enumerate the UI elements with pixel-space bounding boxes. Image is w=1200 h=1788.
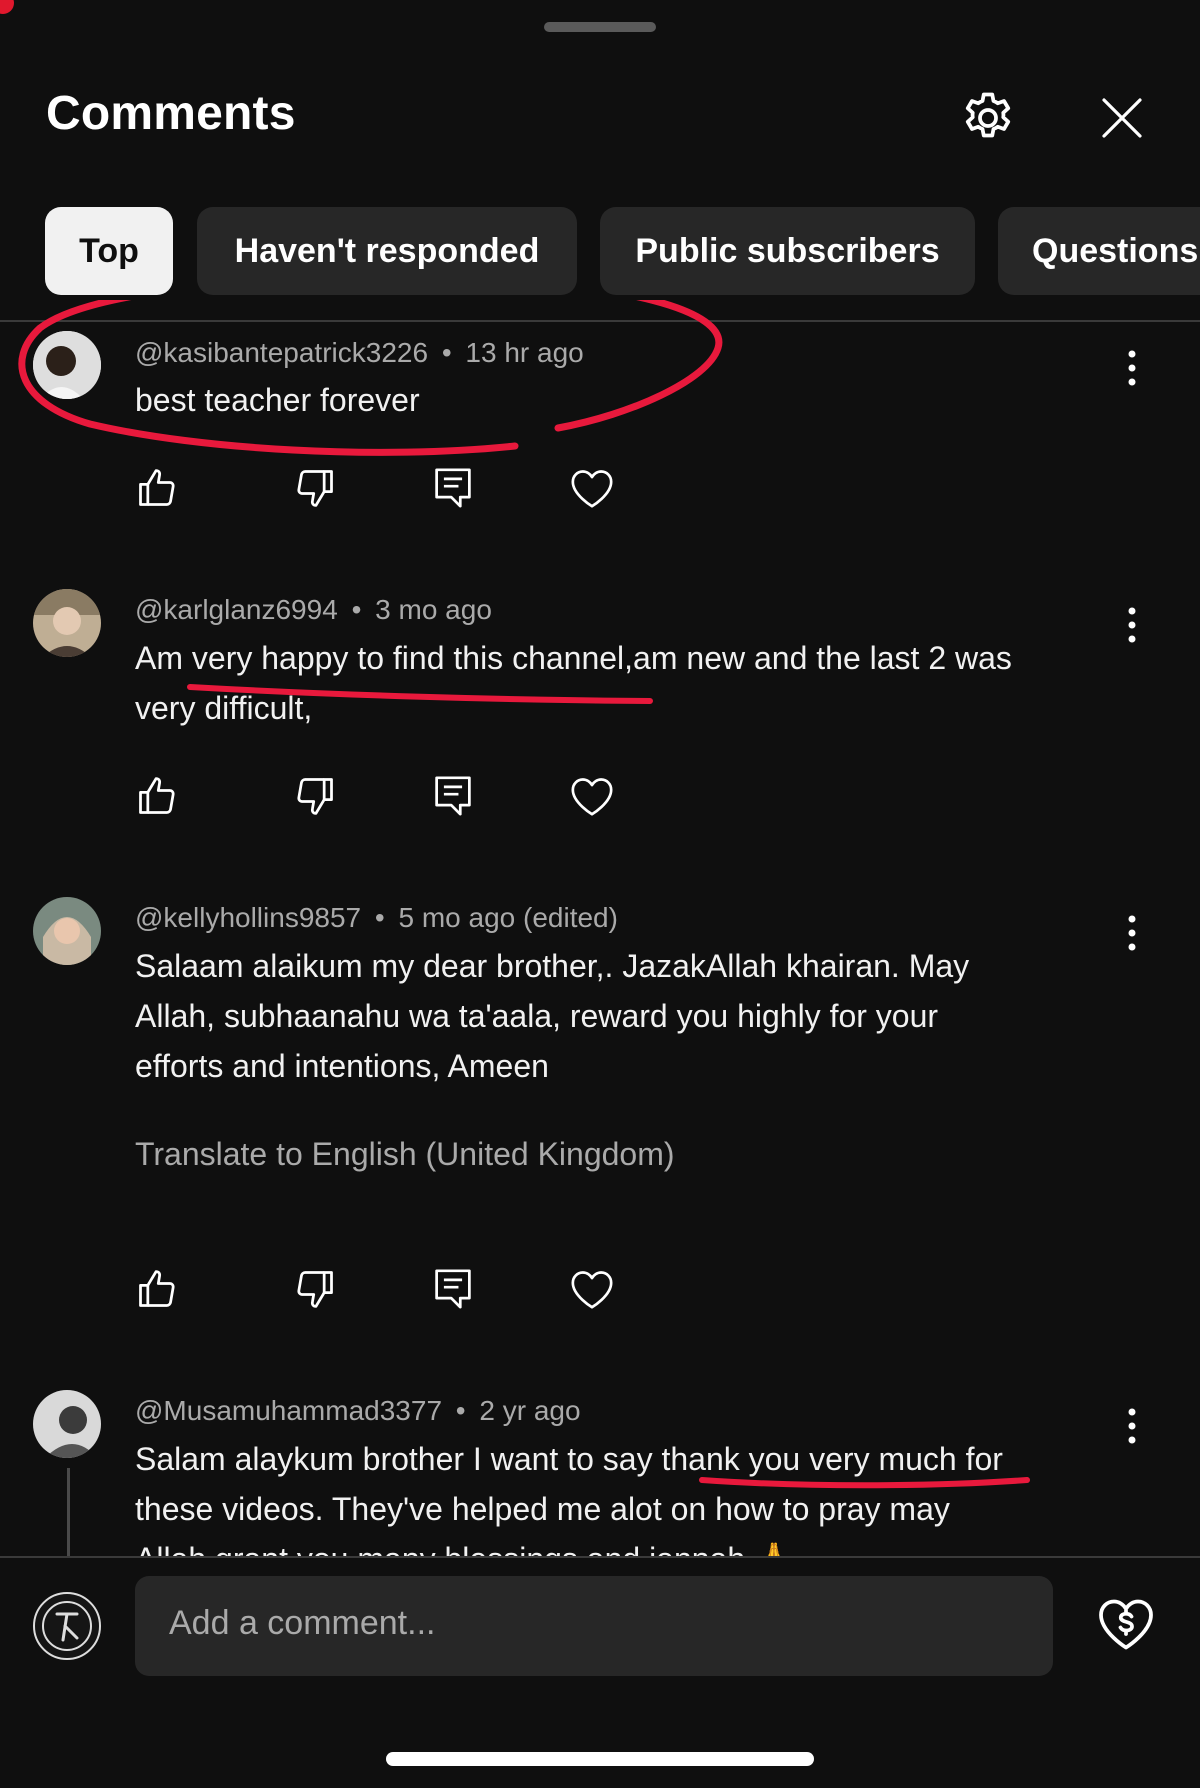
heart-icon[interactable] (569, 466, 615, 510)
comment-text: Am very happy to find this channel,am ne… (135, 633, 1115, 733)
thumbs-down-icon[interactable] (293, 774, 337, 818)
comment-text-line: very difficult, (135, 690, 313, 726)
thumbs-down-icon[interactable] (293, 1267, 337, 1311)
comment-text: Salam alaykum brother I want to say than… (135, 1434, 1115, 1556)
sheet-drag-handle[interactable] (544, 22, 656, 32)
avatar[interactable] (33, 589, 101, 657)
thumbs-up-icon[interactable] (135, 774, 179, 818)
more-vert-icon (1128, 1408, 1136, 1444)
heart-dollar-icon (1099, 1599, 1153, 1650)
more-vert-icon (1128, 350, 1136, 386)
comment-author[interactable]: @kellyhollins9857 (135, 902, 361, 933)
comment-author[interactable]: @kasibantepatrick3226 (135, 337, 428, 368)
heart-icon[interactable] (569, 1267, 615, 1311)
separator: • (351, 594, 362, 625)
filter-chips: Top Haven't responded Public subscribers… (0, 207, 1200, 299)
page-title: Comments (46, 87, 296, 140)
composer-divider (0, 1556, 1200, 1558)
heart-icon[interactable] (569, 774, 615, 818)
comment-list: @kasibantepatrick3226 • 13 hr ago best t… (0, 300, 1200, 1556)
comment-text-line: Salaam alaikum my dear brother,. JazakAl… (135, 948, 970, 984)
thumbs-up-icon[interactable] (135, 466, 179, 510)
comment-time: 5 mo ago (edited) (398, 902, 618, 933)
thread-line (67, 1468, 70, 1556)
comment-text-line: Salam alaykum brother I want to say than… (135, 1441, 1003, 1477)
close-icon (1102, 98, 1142, 138)
comment-time: 3 mo ago (375, 594, 492, 625)
comment-text: best teacher forever (135, 375, 1115, 425)
avatar[interactable] (33, 897, 101, 965)
comment-text-line: Am very happy to find this channel,am ne… (135, 640, 1012, 676)
comment-menu-button[interactable] (1124, 605, 1140, 649)
comment-author[interactable]: @Musamuhammad3377 (135, 1395, 442, 1426)
more-vert-icon (1128, 607, 1136, 643)
comment-menu-button[interactable] (1124, 1406, 1140, 1450)
comment-text-line: these videos. They've helped me alot on … (135, 1491, 950, 1527)
recording-indicator (0, 0, 14, 14)
comment-menu-button[interactable] (1124, 348, 1140, 392)
translate-link[interactable]: Translate to English (United Kingdom) (135, 1136, 675, 1173)
thumbs-up-icon[interactable] (135, 1267, 179, 1311)
comment-text-line: Allah grant you many blessings and janna… (135, 1534, 1115, 1556)
reply-icon[interactable] (433, 1267, 473, 1311)
comment-text-line: efforts and intentions, Ameen (135, 1048, 549, 1084)
close-button[interactable] (1098, 94, 1146, 142)
my-avatar[interactable] (33, 1592, 101, 1660)
chip-top[interactable]: Top (45, 207, 173, 295)
separator: • (441, 337, 452, 368)
reply-icon[interactable] (433, 774, 473, 818)
home-indicator (386, 1752, 814, 1766)
chip-questions[interactable]: Questions (998, 207, 1200, 295)
comment-time: 2 yr ago (479, 1395, 581, 1426)
comment-text-line: Allah, subhaanahu wa ta'aala, reward you… (135, 998, 939, 1034)
more-vert-icon (1128, 915, 1136, 951)
gear-icon (965, 92, 1011, 138)
comment-menu-button[interactable] (1124, 913, 1140, 957)
separator: • (374, 902, 385, 933)
comment-author[interactable]: @karlglanz6994 (135, 594, 338, 625)
avatar[interactable] (33, 331, 101, 399)
settings-button[interactable] (958, 88, 1018, 148)
avatar[interactable] (33, 1390, 101, 1458)
thumbs-down-icon[interactable] (293, 466, 337, 510)
comment-time: 13 hr ago (465, 337, 584, 368)
chip-havent-responded[interactable]: Haven't responded (197, 207, 577, 295)
reply-icon[interactable] (433, 466, 473, 510)
comment-text-line: best teacher forever (135, 382, 420, 418)
chip-public-subscribers[interactable]: Public subscribers (600, 207, 975, 295)
comment-text: Salaam alaikum my dear brother,. JazakAl… (135, 941, 1115, 1091)
separator: • (455, 1395, 466, 1426)
comment-input-placeholder: Add a comment... (169, 1604, 436, 1642)
supers-button[interactable] (1096, 1595, 1156, 1655)
